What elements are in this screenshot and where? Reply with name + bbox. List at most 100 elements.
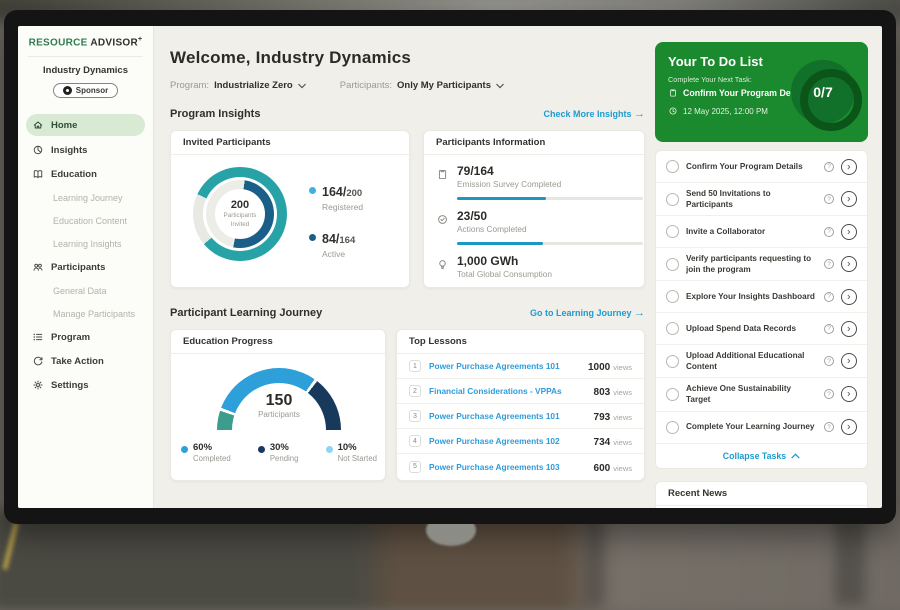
stat-emission-survey: 79/164 Emission Survey Completed	[424, 155, 644, 200]
sidebar-item-participants[interactable]: Participants	[18, 255, 153, 279]
task-open-button[interactable]	[841, 289, 857, 305]
help-icon[interactable]: ?	[824, 292, 834, 302]
task-checkbox[interactable]	[666, 388, 679, 401]
lesson-link[interactable]: Power Purchase Agreements 101	[429, 411, 586, 421]
help-icon[interactable]: ?	[824, 422, 834, 432]
sidebar-item-manage-participants[interactable]: Manage Participants	[18, 302, 153, 325]
help-icon[interactable]: ?	[824, 389, 834, 399]
background-shadow	[835, 515, 865, 605]
legend-dot	[258, 446, 265, 453]
participants-information-card: Participants Information 79/164 Emission…	[423, 130, 645, 288]
help-icon[interactable]: ?	[824, 194, 834, 204]
task-open-button[interactable]	[841, 353, 857, 369]
program-insights-header: Program Insights Check More Insights →	[170, 108, 645, 120]
sidebar-item-insights[interactable]: Insights	[18, 138, 153, 162]
task-label: Explore Your Insights Dashboard	[686, 286, 817, 307]
lesson-link[interactable]: Power Purchase Agreements 103	[429, 462, 586, 472]
todo-next-task[interactable]: Confirm Your Program Details	[668, 88, 808, 98]
task-checkbox[interactable]	[666, 355, 679, 368]
sidebar-item-take-action[interactable]: Take Action	[18, 349, 153, 373]
sidebar-item-education-content[interactable]: Education Content	[18, 209, 153, 232]
donut-legend: 164/200 Registered 84/164 Active	[309, 183, 363, 277]
lesson-row: 5 Power Purchase Agreements 103 600views	[397, 454, 644, 479]
chevron-right-icon	[845, 423, 853, 431]
task-open-button[interactable]	[841, 321, 857, 337]
organization-name: Industry Dynamics	[18, 65, 153, 76]
lesson-link[interactable]: Financial Considerations - VPPAs	[429, 386, 586, 396]
todo-progress-value: 0/7	[813, 84, 832, 100]
legend-label: Not Started	[338, 454, 377, 463]
check-circle-icon	[436, 209, 449, 245]
participants-filter-value: Only My Participants	[397, 80, 491, 91]
task-checkbox[interactable]	[666, 225, 679, 238]
task-label: Invite a Collaborator	[686, 221, 817, 242]
task-checkbox[interactable]	[666, 421, 679, 434]
legend-total: 200	[346, 188, 362, 199]
monitor-bezel: RESOURCE ADVISOR+ Industry Dynamics Spon…	[4, 10, 896, 524]
sidebar-item-learning-insights[interactable]: Learning Insights	[18, 232, 153, 255]
views-word: views	[613, 363, 632, 372]
check-more-insights-link[interactable]: Check More Insights →	[543, 108, 645, 120]
task-checkbox[interactable]	[666, 258, 679, 271]
sidebar-item-home[interactable]: Home	[26, 114, 145, 136]
task-open-button[interactable]	[841, 256, 857, 272]
lesson-rank: 2	[409, 385, 421, 397]
task-row: Explore Your Insights Dashboard ?	[656, 281, 867, 313]
chevron-right-icon	[845, 163, 853, 171]
chevron-right-icon	[845, 260, 853, 268]
task-open-button[interactable]	[841, 419, 857, 435]
participants-filter[interactable]: Participants: Only My Participants	[340, 80, 504, 91]
task-row: Send 50 Invitations to Participants ?	[656, 183, 867, 216]
collapse-tasks-link[interactable]: Collapse Tasks	[656, 444, 867, 468]
sidebar-item-label: General Data	[53, 286, 107, 296]
sidebar-item-program[interactable]: Program	[18, 325, 153, 349]
chevron-right-icon	[845, 195, 853, 203]
help-icon[interactable]: ?	[824, 162, 834, 172]
task-open-button[interactable]	[841, 159, 857, 175]
views-count: 803	[594, 387, 611, 398]
help-icon[interactable]: ?	[824, 259, 834, 269]
task-checkbox[interactable]	[666, 290, 679, 303]
top-lessons-card: Top Lessons 1 Power Purchase Agreements …	[396, 329, 645, 481]
help-icon[interactable]: ?	[824, 227, 834, 237]
help-icon[interactable]: ?	[824, 356, 834, 366]
sidebar-item-learning-journey[interactable]: Learning Journey	[18, 186, 153, 209]
card-title: Invited Participants	[171, 131, 409, 155]
views-count: 793	[594, 412, 611, 423]
lesson-row: 3 Power Purchase Agreements 101 793views	[397, 404, 644, 429]
stat-value: 23/50	[457, 209, 643, 223]
lesson-row: 2 Financial Considerations - VPPAs 803vi…	[397, 379, 644, 404]
sidebar-item-settings[interactable]: Settings	[18, 373, 153, 397]
task-checkbox[interactable]	[666, 322, 679, 335]
task-open-button[interactable]	[841, 224, 857, 240]
task-open-button[interactable]	[841, 386, 857, 402]
legend-item-not-started: 10% Not Started	[326, 442, 377, 463]
task-checkbox[interactable]	[666, 193, 679, 206]
views-count: 734	[594, 437, 611, 448]
legend-value: 164/	[322, 185, 346, 199]
help-icon[interactable]: ?	[824, 324, 834, 334]
card-title: Top Lessons	[397, 330, 644, 354]
legend-label: Pending	[270, 454, 299, 463]
sidebar-item-general-data[interactable]: General Data	[18, 279, 153, 302]
lesson-rank: 1	[409, 360, 421, 372]
lesson-link[interactable]: Power Purchase Agreements 101	[429, 361, 580, 371]
views-word: views	[613, 464, 632, 473]
lesson-link[interactable]: Power Purchase Agreements 102	[429, 436, 586, 446]
sidebar-item-label: Insights	[51, 145, 87, 156]
sponsor-badge[interactable]: Sponsor	[53, 83, 118, 98]
task-row: Complete Your Learning Journey ?	[656, 412, 867, 444]
program-filter[interactable]: Program: Industrialize Zero	[170, 80, 306, 91]
page-title: Welcome, Industry Dynamics	[170, 48, 411, 68]
sidebar-item-education[interactable]: Education	[18, 162, 153, 186]
todo-subtitle: Complete Your Next Task:	[668, 75, 752, 84]
task-label: Upload Additional Educational Content	[686, 345, 817, 377]
task-open-button[interactable]	[841, 191, 857, 207]
go-to-learning-journey-link[interactable]: Go to Learning Journey →	[530, 307, 645, 319]
legend-pct: 30%	[270, 442, 299, 453]
stat-global-consumption: 1,000 GWh Total Global Consumption	[424, 245, 644, 279]
home-icon	[32, 119, 44, 131]
views-word: views	[613, 388, 632, 397]
task-checkbox[interactable]	[666, 160, 679, 173]
todo-due-date: 12 May 2025, 12:00 PM	[668, 106, 768, 116]
